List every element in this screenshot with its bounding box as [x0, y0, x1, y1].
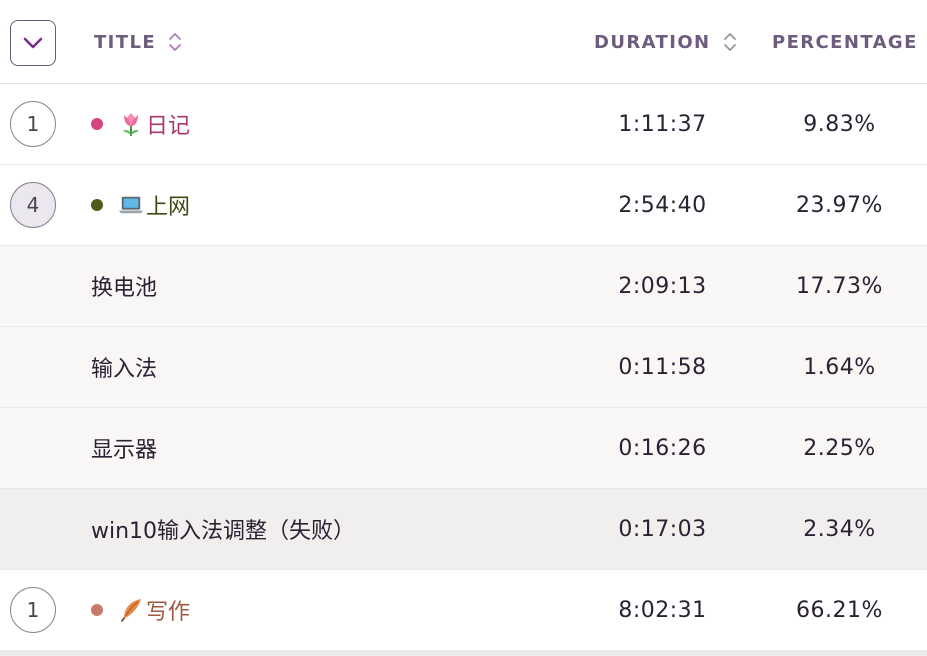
- column-header-percentage[interactable]: PERCENTAGE: [772, 0, 918, 84]
- percentage-cell: 23.97%: [796, 192, 883, 218]
- sub-row[interactable]: 显示器 0:16:26 2.25%: [0, 408, 927, 489]
- color-dot: [91, 118, 103, 130]
- category-label: 日记: [146, 114, 191, 139]
- percentage-header-label: PERCENTAGE: [772, 31, 918, 53]
- duration-header-label: DURATION: [594, 31, 711, 53]
- tulip-icon: [119, 110, 143, 138]
- time-stats-table: TITLE DURATION PERCENTAGE 1 日记 1:11:37 9…: [0, 0, 927, 651]
- duration-cell: 2:54:40: [618, 192, 707, 218]
- percentage-cell: 66.21%: [796, 597, 883, 623]
- table-row[interactable]: 4 上网 2:54:40 23.97%: [0, 165, 927, 246]
- title-header-label: TITLE: [94, 31, 157, 53]
- laptop-icon: [119, 191, 143, 219]
- percentage-cell: 2.25%: [803, 435, 876, 461]
- sub-row-label: 换电池: [91, 276, 158, 301]
- duration-cell: 1:11:37: [618, 111, 707, 137]
- percentage-cell: 17.73%: [796, 273, 883, 299]
- duration-cell: 0:16:26: [618, 435, 707, 461]
- column-header-title[interactable]: TITLE: [94, 0, 182, 84]
- category-label: 上网: [146, 195, 191, 220]
- table-bottom-border: [0, 650, 927, 656]
- duration-cell: 2:09:13: [618, 273, 707, 299]
- percentage-cell: 1.64%: [803, 354, 876, 380]
- table-header: TITLE DURATION PERCENTAGE: [0, 0, 927, 84]
- duration-cell: 0:11:58: [618, 354, 707, 380]
- column-header-duration[interactable]: DURATION: [594, 0, 737, 84]
- sub-row[interactable]: 换电池 2:09:13 17.73%: [0, 246, 927, 327]
- count-badge[interactable]: 1: [10, 101, 56, 147]
- sub-row-label: 输入法: [91, 357, 158, 382]
- sub-row-label: 显示器: [91, 438, 158, 463]
- feather-icon: [119, 596, 143, 624]
- sub-row-label: win10输入法调整（失败）: [91, 519, 356, 544]
- chevron-down-icon: [23, 37, 43, 49]
- sort-icon[interactable]: [723, 31, 737, 53]
- count-badge[interactable]: 4: [10, 182, 56, 228]
- sort-icon[interactable]: [168, 31, 182, 53]
- category-label: 写作: [146, 600, 191, 625]
- color-dot: [91, 604, 103, 616]
- table-row[interactable]: 1 日记 1:11:37 9.83%: [0, 84, 927, 165]
- percentage-cell: 2.34%: [803, 516, 876, 542]
- sub-row[interactable]: 输入法 0:11:58 1.64%: [0, 327, 927, 408]
- duration-cell: 8:02:31: [618, 597, 707, 623]
- count-badge[interactable]: 1: [10, 587, 56, 633]
- color-dot: [91, 199, 103, 211]
- table-row[interactable]: 1 写作 8:02:31 66.21%: [0, 570, 927, 651]
- sub-row[interactable]: win10输入法调整（失败） 0:17:03 2.34%: [0, 489, 927, 570]
- percentage-cell: 9.83%: [803, 111, 876, 137]
- collapse-all-button[interactable]: [10, 20, 56, 66]
- duration-cell: 0:17:03: [618, 516, 707, 542]
